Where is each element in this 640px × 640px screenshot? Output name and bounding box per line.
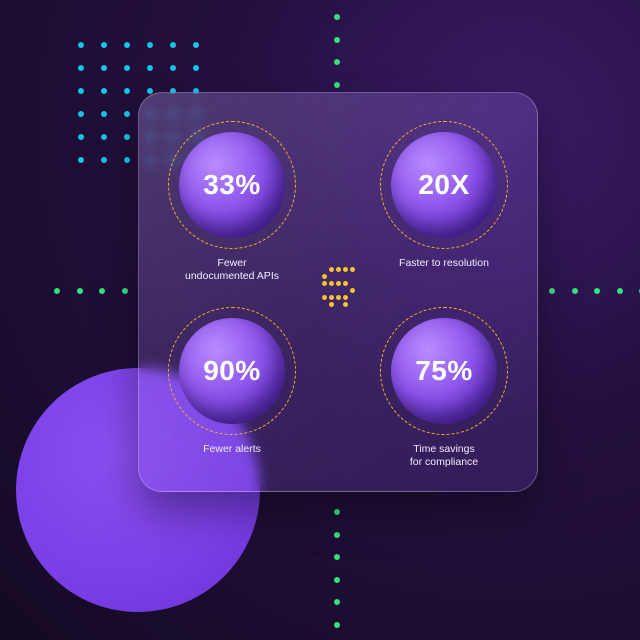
stats-card: 33% Fewer undocumented APIs 20X Faster t… [138,92,538,492]
stat-label-line: Faster to resolution [399,257,489,269]
stat-ring: 20X [380,121,508,249]
green-dot [99,288,105,294]
stat-value: 20X [418,169,470,200]
cyan-dot [78,134,84,140]
green-dot [334,531,340,538]
logo-dot [343,267,348,272]
stat-label: Fewer undocumented APIs [157,257,307,283]
stat-label-line: Time savings [413,443,475,455]
stat-label: Time savings for compliance [369,443,519,469]
cyan-dot [124,65,130,71]
stat-ring: 90% [168,307,296,435]
stat-time-savings-compliance: 75% Time savings for compliance [369,307,519,469]
stat-label-line: Fewer [217,257,247,269]
green-dot [334,14,340,20]
cyan-dot [124,111,130,117]
logo-dot [322,295,327,300]
logo-dot [329,295,334,300]
stat-sphere: 33% [179,132,285,238]
cyan-dot [78,65,84,71]
cyan-dot [101,111,107,117]
green-dot [334,554,340,560]
logo-dot [350,288,355,293]
cyan-dot [78,111,84,117]
stat-label: Fewer alerts [157,443,307,456]
cyan-dot [101,157,107,163]
stat-sphere: 20X [391,132,497,238]
green-dot [334,59,340,65]
stat-value: 33% [203,169,261,200]
cyan-dot [193,42,199,48]
logo-dot [322,274,327,279]
logo-dot [329,281,334,286]
cyan-dot [78,157,84,163]
stat-value: 75% [415,355,473,386]
green-dot [549,288,555,294]
cyan-dot [124,88,130,94]
logo-dot [336,267,341,272]
cyan-dot [101,134,107,140]
logo-dot [350,267,355,272]
stat-fewer-alerts: 90% Fewer alerts [157,307,307,456]
cyan-dot [193,65,199,71]
stat-label-line: Fewer alerts [203,443,261,455]
stat-faster-to-resolution: 20X Faster to resolution [369,121,519,270]
stat-label-line: for compliance [409,456,479,468]
green-dot [334,621,340,628]
cyan-dot [101,65,107,71]
cyan-dot [124,42,130,48]
logo-dot [329,302,334,307]
stat-label: Faster to resolution [369,257,519,270]
cyan-dot [78,42,84,48]
green-dot [334,509,340,515]
green-dot [571,288,578,294]
stat-fewer-undocumented-apis: 33% Fewer undocumented APIs [157,121,307,283]
green-dot [334,36,340,43]
logo-dot [343,302,348,307]
cyan-dot [170,42,176,48]
cyan-dot [124,134,130,140]
cyan-dot [147,42,153,48]
green-dot [334,576,340,583]
green-dot [616,288,623,294]
stat-value: 90% [203,355,261,386]
cyan-dot [101,42,107,48]
cyan-dot [78,88,84,94]
logo-dot [322,281,327,286]
stat-sphere: 90% [179,318,285,424]
cyan-dot [170,65,176,71]
logo-dot [343,295,348,300]
stat-label-line: undocumented APIs [185,270,279,282]
green-dot [594,288,600,294]
cyan-dot [147,65,153,71]
cyan-dot [124,157,130,163]
stat-sphere: 75% [391,318,497,424]
green-dot [334,81,340,88]
logo-dot [329,267,334,272]
cyan-dot [101,88,107,94]
green-dot [76,288,83,294]
logo-dot [336,295,341,300]
green-dot [121,288,128,294]
stat-ring: 33% [168,121,296,249]
stat-ring: 75% [380,307,508,435]
green-dot [54,288,60,294]
logo-dot [336,281,341,286]
logo-dot [343,281,348,286]
green-dot [334,599,340,605]
